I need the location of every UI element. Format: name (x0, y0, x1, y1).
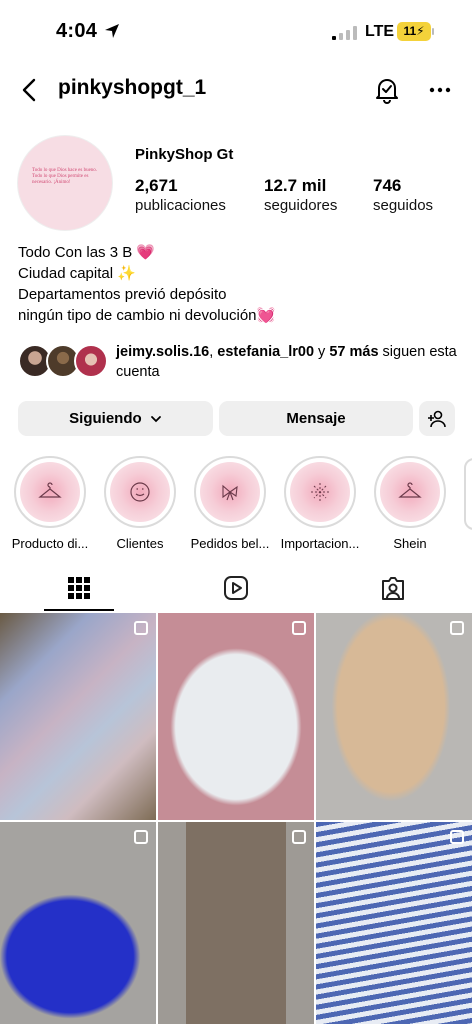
post-thumbnail[interactable] (316, 822, 472, 1024)
following-button[interactable]: Siguiendo (18, 401, 213, 436)
stat-posts-label: publicaciones (135, 197, 226, 214)
battery-tip (432, 28, 434, 35)
stat-posts-value: 2,671 (135, 176, 178, 195)
profile-header: pinkyshopgt_1 (0, 70, 472, 110)
highlight-ring (14, 456, 86, 528)
stat-following-label: seguidos (373, 197, 434, 214)
battery-icon: 11⚡ (397, 22, 431, 41)
add-person-icon (428, 410, 446, 428)
more-options-icon[interactable] (428, 80, 452, 100)
status-bar: 4:04 LTE 11⚡ (0, 0, 472, 62)
follower-username: jeimy.solis.16 (116, 344, 210, 360)
highlight-label: Pedidos bel... (190, 536, 270, 551)
carousel-icon (292, 830, 306, 844)
tagged-icon[interactable] (379, 574, 407, 602)
highlight-ring (194, 456, 266, 528)
highlight-ring (374, 456, 446, 528)
highlight-label: Producto di... (11, 536, 89, 551)
display-name: PinkyShop Gt (135, 146, 234, 163)
followers-more: 57 más (329, 344, 379, 360)
highlight-ring (284, 456, 356, 528)
post-thumbnail[interactable] (158, 822, 314, 1024)
cellular-signal-icon (332, 26, 357, 40)
carousel-icon (292, 621, 306, 635)
reels-icon[interactable] (222, 574, 250, 602)
carousel-icon (134, 830, 148, 844)
bio-line: ningún tipo de cambio ni devolución💓 (18, 307, 276, 324)
avatar-quote: Todo lo que Dios hace es bueno. Todo lo … (32, 168, 98, 185)
post-thumbnail[interactable] (158, 613, 314, 820)
stat-followers-label: seguidores (264, 197, 338, 214)
highlight-label: Importacion... (280, 536, 360, 551)
highlight-ring (104, 456, 176, 528)
highlight-cover (380, 462, 440, 522)
followed-by[interactable]: jeimy.solis.16, estefania_lr00 y 57 más … (18, 342, 458, 382)
active-tab-indicator (44, 609, 114, 611)
follower-username: estefania_lr00 (217, 344, 315, 360)
back-chevron-icon[interactable] (18, 78, 42, 102)
chevron-down-icon (150, 416, 161, 423)
highlight-item[interactable]: Pedidos bel... (188, 456, 272, 551)
follower-avatar (74, 344, 108, 378)
stat-following[interactable]: 746 seguidos (373, 176, 433, 216)
location-arrow-icon (105, 24, 119, 38)
bow-icon (222, 484, 238, 501)
stat-followers-value: 12.7 mil (264, 176, 327, 195)
highlight-label: Clientes (116, 536, 164, 551)
message-button[interactable]: Mensaje (219, 401, 413, 436)
stat-posts[interactable]: 2,671 publicaciones (135, 176, 226, 216)
highlight-cover (290, 462, 350, 522)
highlight-item[interactable]: Clientes (98, 456, 182, 551)
profile-username: pinkyshopgt_1 (58, 76, 207, 99)
bio-line: Departamentos previó depósito (18, 286, 227, 303)
post-thumbnail[interactable] (0, 822, 156, 1024)
network-type: LTE (365, 23, 395, 40)
stat-following-value: 746 (373, 176, 402, 195)
hanger-icon (38, 482, 62, 498)
notification-bell-icon[interactable] (374, 76, 400, 104)
highlight-partial[interactable] (464, 458, 472, 530)
highlight-label: Shein (393, 536, 427, 551)
profile-bio: Todo Con las 3 B 💗 Ciudad capital ✨ Depa… (18, 242, 275, 326)
smile-icon (130, 482, 150, 502)
sparkle-icon (311, 483, 329, 501)
hanger-icon (398, 482, 422, 498)
carousel-icon (450, 621, 464, 635)
following-label: Siguiendo (69, 410, 142, 427)
highlight-cover (110, 462, 170, 522)
post-thumbnail[interactable] (316, 613, 472, 820)
profile-avatar[interactable]: Todo lo que Dios hace es bueno. Todo lo … (17, 135, 113, 231)
carousel-icon (134, 621, 148, 635)
highlight-item[interactable]: Producto di... (8, 456, 92, 551)
carousel-icon (450, 830, 464, 844)
bio-line: Ciudad capital ✨ (18, 265, 136, 282)
profile-tabs (0, 568, 472, 612)
stat-followers[interactable]: 12.7 mil seguidores (264, 176, 337, 216)
message-label: Mensaje (286, 410, 346, 427)
post-thumbnail[interactable] (0, 613, 156, 820)
status-time: 4:04 (56, 20, 98, 42)
posts-grid (0, 613, 472, 1024)
highlight-item[interactable]: Importacion... (278, 456, 362, 551)
battery-level: 11 (403, 24, 417, 38)
highlight-cover (200, 462, 260, 522)
bio-line: Todo Con las 3 B 💗 (18, 244, 156, 261)
followed-by-text: jeimy.solis.16, estefania_lr00 y 57 más … (116, 342, 460, 382)
highlight-item[interactable]: Shein (368, 456, 452, 551)
highlight-cover (20, 462, 80, 522)
followed-by-and: y (314, 344, 330, 360)
suggested-users-button[interactable] (419, 401, 455, 436)
grid-icon[interactable] (65, 574, 93, 602)
